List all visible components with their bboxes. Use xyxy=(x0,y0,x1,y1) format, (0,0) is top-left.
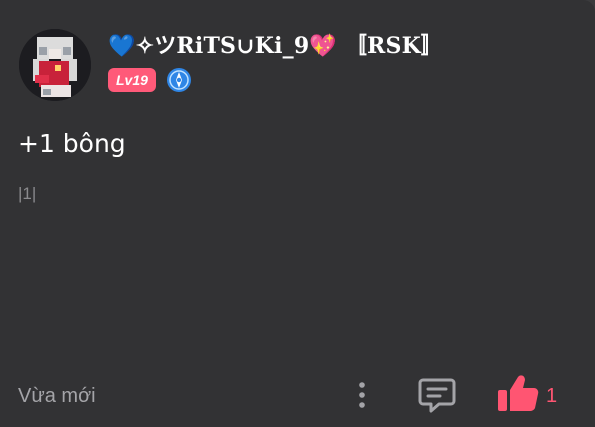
post-card: 💙✧ツRiTS∪Ki_9💖 〚RSK〛 Lv19 +1 bông |1| Vừa… xyxy=(0,0,595,427)
level-badge: Lv19 xyxy=(108,68,156,92)
post-timestamp: Vừa mới xyxy=(18,385,96,407)
like-icon[interactable] xyxy=(496,373,540,413)
like-count: 1 xyxy=(546,385,558,407)
author-badges: Lv19 xyxy=(108,67,192,93)
more-options-icon[interactable] xyxy=(352,380,372,410)
achievement-badge-icon[interactable] xyxy=(166,67,192,93)
comment-icon[interactable] xyxy=(417,376,457,414)
author-name[interactable]: 💙✧ツRiTS∪Ki_9💖 〚RSK〛 xyxy=(108,28,443,60)
avatar-image xyxy=(19,29,91,101)
author-avatar[interactable] xyxy=(19,29,91,101)
post-content: +1 bông xyxy=(18,129,126,158)
post-marker: |1| xyxy=(18,184,37,203)
